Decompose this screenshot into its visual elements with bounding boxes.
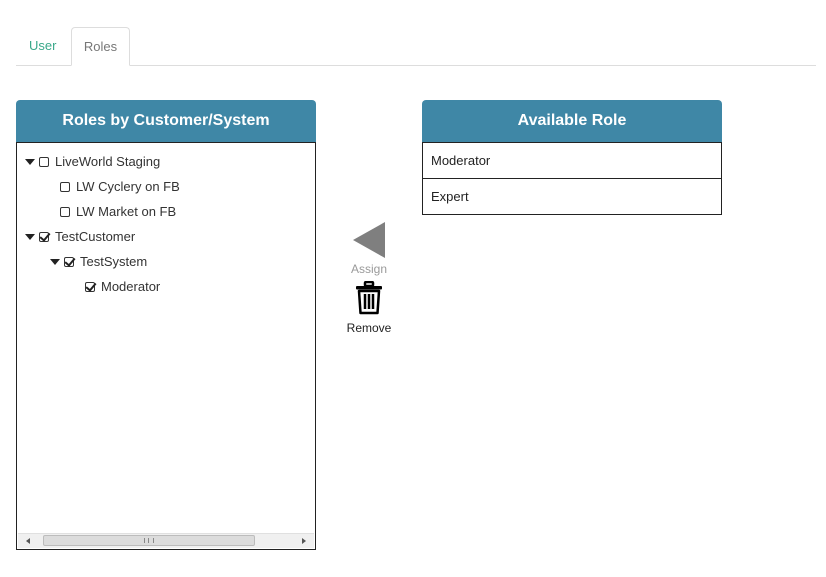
caret-down-icon[interactable]	[50, 259, 60, 265]
caret-down-icon[interactable]	[25, 234, 35, 240]
horizontal-scrollbar[interactable]	[18, 533, 314, 548]
roles-by-customer-header: Roles by Customer/System	[16, 100, 316, 142]
assign-button[interactable]: Assign	[340, 222, 398, 276]
caret-down-icon[interactable]	[25, 159, 35, 165]
tree-node-label: LW Cyclery on FB	[76, 179, 180, 194]
tree-node-liveworld-staging: LiveWorld Staging	[25, 152, 160, 172]
scroll-right-icon[interactable]	[302, 538, 306, 544]
tab-roles[interactable]: Roles	[71, 27, 130, 66]
tree-node-testcustomer: TestCustomer	[25, 227, 135, 247]
tree-node-label: TestSystem	[80, 254, 148, 269]
remove-label: Remove	[346, 321, 392, 335]
tree-node-label: LW Market on FB	[76, 204, 177, 219]
available-role-list: Moderator Expert	[422, 142, 722, 215]
tree-node-label: TestCustomer	[55, 229, 136, 244]
tree-checkbox[interactable]	[85, 282, 95, 292]
tree-checkbox[interactable]	[39, 232, 49, 242]
scroll-left-icon[interactable]	[26, 538, 30, 544]
role-item-moderator[interactable]: Moderator	[423, 142, 721, 178]
grip-icon	[144, 538, 154, 543]
tab-user[interactable]: User	[16, 27, 69, 65]
tab-bar: User Roles	[16, 27, 816, 66]
scrollbar-thumb[interactable]	[43, 535, 255, 546]
tree-checkbox[interactable]	[60, 182, 70, 192]
tree-checkbox[interactable]	[39, 157, 49, 167]
tree-node-lw-market: LW Market on FB	[60, 202, 176, 222]
trash-icon	[356, 280, 382, 315]
available-role-header: Available Role	[422, 100, 722, 142]
remove-button[interactable]: Remove	[340, 280, 398, 335]
left-arrow-icon	[353, 222, 385, 258]
roles-tree: LiveWorld Staging LW Cyclery on FB LW Ma…	[16, 142, 316, 550]
tree-node-lw-cyclery: LW Cyclery on FB	[60, 177, 180, 197]
tree-node-testsystem: TestSystem	[50, 252, 147, 272]
tree-checkbox[interactable]	[60, 207, 70, 217]
tree-node-moderator: Moderator	[85, 277, 160, 297]
assign-label: Assign	[350, 262, 388, 276]
role-item-expert[interactable]: Expert	[423, 178, 721, 214]
tree-checkbox[interactable]	[64, 257, 74, 267]
tree-node-label: LiveWorld Staging	[55, 154, 161, 169]
tree-node-label: Moderator	[101, 279, 161, 294]
